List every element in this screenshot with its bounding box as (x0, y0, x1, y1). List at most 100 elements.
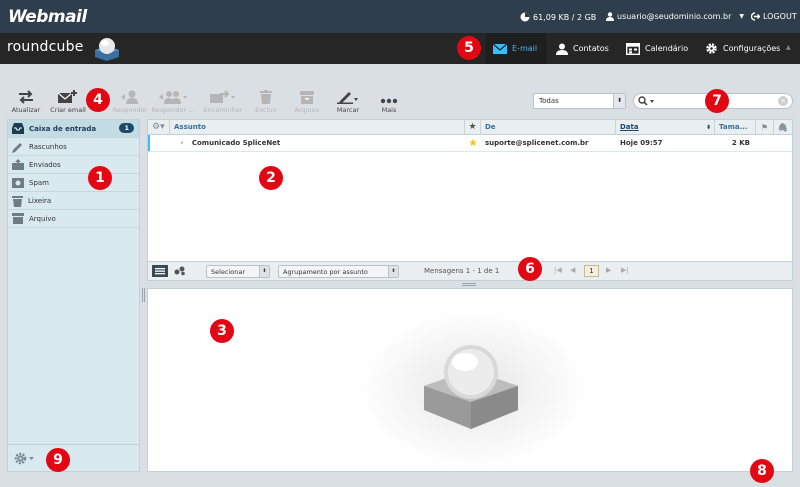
threads-dropdown[interactable]: Agrupamento por assunto ⬍ (278, 265, 399, 278)
nav-contacts[interactable]: Contatos (556, 33, 609, 64)
forward-button[interactable]: Encaminhar (200, 86, 246, 118)
reply-icon (121, 90, 138, 104)
column-from[interactable]: De (481, 120, 616, 134)
column-size-label[interactable]: Tama... (719, 123, 748, 131)
message-list-footer: Selecionar ⬍ Agrupamento por assunto ⬍ Men… (148, 261, 792, 280)
message-date: Hoje 09:57 (620, 139, 663, 147)
folder-inbox-label[interactable]: Caixa de entrada (29, 125, 96, 133)
unread-count-badge: 1 (119, 123, 134, 133)
filter-select[interactable]: Todas ⬍ (533, 93, 626, 109)
message-count: Mensagens 1 - 1 de 1 (424, 267, 500, 275)
prev-page-icon[interactable]: ◀ (570, 266, 575, 274)
message-from[interactable]: suporte@splicenet.com.br (481, 135, 616, 151)
reply-label: Responder (112, 106, 148, 114)
gear-icon[interactable]: ⚙▾ (152, 122, 165, 132)
first-page-icon[interactable]: |◀ (554, 266, 562, 274)
folder-trash-label[interactable]: Lixeira (28, 197, 51, 205)
star-icon: ★ (468, 122, 477, 132)
folder-trash[interactable]: Lixeira (8, 192, 139, 210)
message-subject-text[interactable]: Comunicado SpliceNet (192, 139, 280, 147)
compose-label: Criar email (50, 106, 86, 114)
folder-sent[interactable]: Enviados (8, 156, 139, 174)
pie-chart-icon (520, 12, 530, 22)
folder-spam[interactable]: Spam (8, 174, 139, 192)
annotation-marker-7: 7 (705, 89, 729, 113)
roundcube-logo-icon (95, 38, 119, 61)
annotation-marker-6: 6 (518, 257, 542, 281)
mark-button[interactable]: Marcar (328, 86, 368, 118)
gear-icon[interactable] (14, 452, 36, 465)
logout-link[interactable]: LOGOUT (751, 12, 797, 21)
nav-settings[interactable]: Configurações (705, 33, 780, 64)
page-number[interactable]: 1 (584, 265, 599, 277)
folder-drafts[interactable]: Rascunhos (8, 138, 139, 156)
nav-calendar[interactable]: Calendário (626, 33, 688, 64)
trash-icon (260, 90, 272, 104)
forward-label: Encaminhar (203, 106, 243, 114)
more-button[interactable]: Mais (369, 86, 409, 118)
folder-sent-label[interactable]: Enviados (29, 161, 61, 169)
threads-view-icon[interactable] (174, 266, 186, 276)
compose-button[interactable]: Criar email (48, 86, 88, 118)
last-page-icon[interactable]: ▶| (621, 266, 629, 274)
clear-search-icon[interactable]: × (778, 96, 788, 106)
column-flag[interactable]: ★ (465, 120, 481, 134)
nav-email[interactable]: E-mail (486, 33, 546, 64)
forward-icon (210, 90, 235, 103)
folder-spam-label[interactable]: Spam (29, 179, 49, 187)
nav-bar: roundcube E-mail Contatos Calendário Con… (0, 33, 800, 64)
delete-button[interactable]: Excluir (246, 86, 286, 118)
refresh-button[interactable]: Atualizar (6, 86, 46, 118)
chevron-down-icon[interactable]: ▼ (739, 13, 744, 20)
user-menu[interactable]: usuario@seudominio.com.br ▼ (606, 12, 744, 21)
folder-archive[interactable]: Arquivo (8, 210, 139, 228)
select-arrows-icon: ⬍ (613, 94, 625, 108)
select-dropdown[interactable]: Selecionar ⬍ (206, 265, 270, 278)
reply-all-button[interactable]: Responder ... (150, 86, 196, 118)
nav-email-label[interactable]: E-mail (512, 44, 537, 53)
nav-calendar-label[interactable]: Calendário (645, 44, 688, 53)
list-options-button[interactable]: ⚙▾ (148, 120, 170, 134)
more-label: Mais (381, 106, 397, 114)
user-email[interactable]: usuario@seudominio.com.br (617, 12, 731, 21)
nav-contacts-label[interactable]: Contatos (573, 44, 609, 53)
delete-label: Excluir (255, 106, 277, 114)
list-view-icon[interactable] (152, 265, 168, 277)
folder-inbox[interactable]: Caixa de entrada 1 (8, 120, 139, 138)
search-icon[interactable] (638, 96, 656, 106)
table-row[interactable]: • Comunicado SpliceNet ★ suporte@splicene… (148, 135, 792, 152)
star-icon[interactable]: ★ (469, 138, 478, 149)
vertical-splitter-handle[interactable] (142, 288, 145, 302)
column-date[interactable]: Data ⬍ (616, 120, 715, 134)
select-arrows-icon: ⬍ (259, 266, 269, 277)
archive-label: Arquivo (294, 106, 320, 114)
logout-label[interactable]: LOGOUT (763, 12, 797, 21)
column-size[interactable]: Tama... (715, 120, 756, 134)
annotation-marker-5: 5 (457, 36, 481, 60)
folder-archive-label[interactable]: Arquivo (29, 215, 56, 223)
select-arrows-icon: ⬍ (388, 266, 398, 277)
top-bar: Webmail 61,09 KB / 2 GB usuario@seudomin… (0, 0, 800, 33)
nav-settings-label[interactable]: Configurações (723, 44, 780, 53)
nav-collapse-icon[interactable]: ▲ (786, 44, 791, 51)
message-subject[interactable]: • Comunicado SpliceNet (170, 135, 465, 151)
folder-actions-bar (8, 444, 139, 471)
folder-drafts-label[interactable]: Rascunhos (29, 143, 67, 151)
next-page-icon[interactable]: ▶ (606, 266, 611, 274)
logout-icon (751, 12, 760, 21)
column-date-label[interactable]: Data (620, 123, 639, 131)
annotation-marker-9: 9 (46, 448, 70, 472)
column-subject[interactable]: Assunto (170, 120, 465, 134)
roundcube-watermark-icon (424, 345, 518, 429)
horizontal-splitter-handle[interactable] (462, 283, 476, 286)
select-dropdown-label: Selecionar (211, 268, 246, 276)
column-subject-label[interactable]: Assunto (174, 123, 206, 131)
column-attachment[interactable]: 🖇 (774, 120, 792, 134)
column-status[interactable]: ⚑ (756, 120, 774, 134)
archive-button[interactable]: Arquivo (287, 86, 327, 118)
filter-value: Todas (539, 97, 559, 105)
folder-list: Caixa de entrada 1 Rascunhos Enviados Sp… (7, 119, 140, 472)
column-from-label[interactable]: De (485, 123, 496, 131)
reply-button[interactable]: Responder (110, 86, 150, 118)
message-flag[interactable]: ★ (465, 135, 481, 151)
